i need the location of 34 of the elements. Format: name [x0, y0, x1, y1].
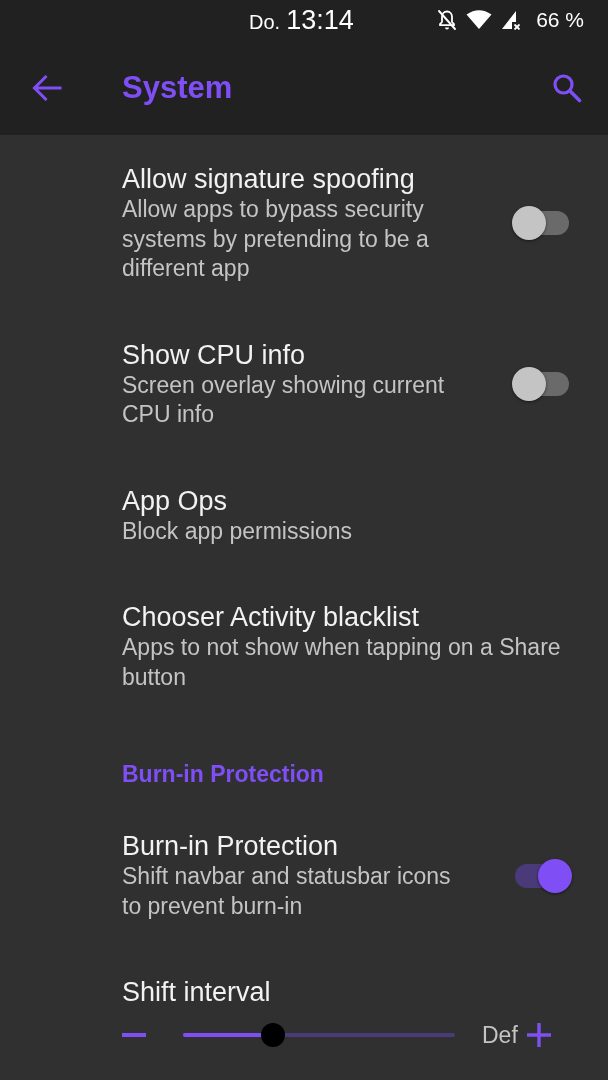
- signal-icon: [501, 10, 522, 30]
- preference-item[interactable]: Burn-in Protection Shift navbar and statusbar icons to prevent burn-in: [0, 802, 608, 948]
- preference-summary: Shift navbar and statusbar icons to prevent burn-in: [122, 862, 452, 921]
- preference-title: App Ops: [122, 484, 229, 517]
- bell-off-icon: [437, 9, 458, 31]
- preference-item[interactable]: App Ops Block app permissions: [0, 456, 608, 573]
- preference-summary: Apps to not show when tapping on a Share button: [122, 633, 562, 692]
- screen-title: System: [122, 69, 233, 106]
- preference-summary: Block app permissions: [122, 516, 354, 546]
- default-button[interactable]: Def: [482, 1021, 518, 1049]
- preference-title: Show CPU info: [122, 338, 307, 371]
- status-day: Do.: [249, 11, 281, 34]
- preference-item[interactable]: Chooser Activity blacklist Apps to not show when tapping on a Share button: [0, 573, 608, 719]
- preference-summary: Screen overlay showing current CPU info: [122, 370, 446, 429]
- slider-thumb[interactable]: [260, 1023, 285, 1047]
- preference-title: Shift interval: [122, 976, 271, 1008]
- preference-item[interactable]: Show CPU info Screen overlay showing current CPU info: [0, 310, 608, 457]
- status-time: 13:14: [286, 4, 354, 36]
- increase-button[interactable]: [526, 1023, 551, 1047]
- preference-summary: Allow apps to bypass security systems by pretending to be a different app: [122, 195, 430, 283]
- preference-title: Allow signature spoofing: [122, 163, 416, 195]
- preference-title: Burn-in Protection: [122, 830, 340, 862]
- minus-icon: [122, 1033, 146, 1037]
- battery-percent: 66 %: [536, 8, 584, 32]
- wifi-icon: [466, 10, 493, 30]
- category-header: Burn-in Protection: [121, 760, 325, 789]
- preference-title: Chooser Activity blacklist: [122, 601, 421, 633]
- slider-track[interactable]: [183, 1023, 455, 1047]
- search-icon: [552, 72, 582, 103]
- plus-icon: [526, 1023, 551, 1047]
- back-arrow-icon: [32, 74, 62, 101]
- search-button[interactable]: [552, 72, 582, 103]
- preference-item[interactable]: Allow signature spoofing Allow apps to bypass security systems by pretending to be a different app: [0, 135, 608, 311]
- back-button[interactable]: [32, 74, 62, 101]
